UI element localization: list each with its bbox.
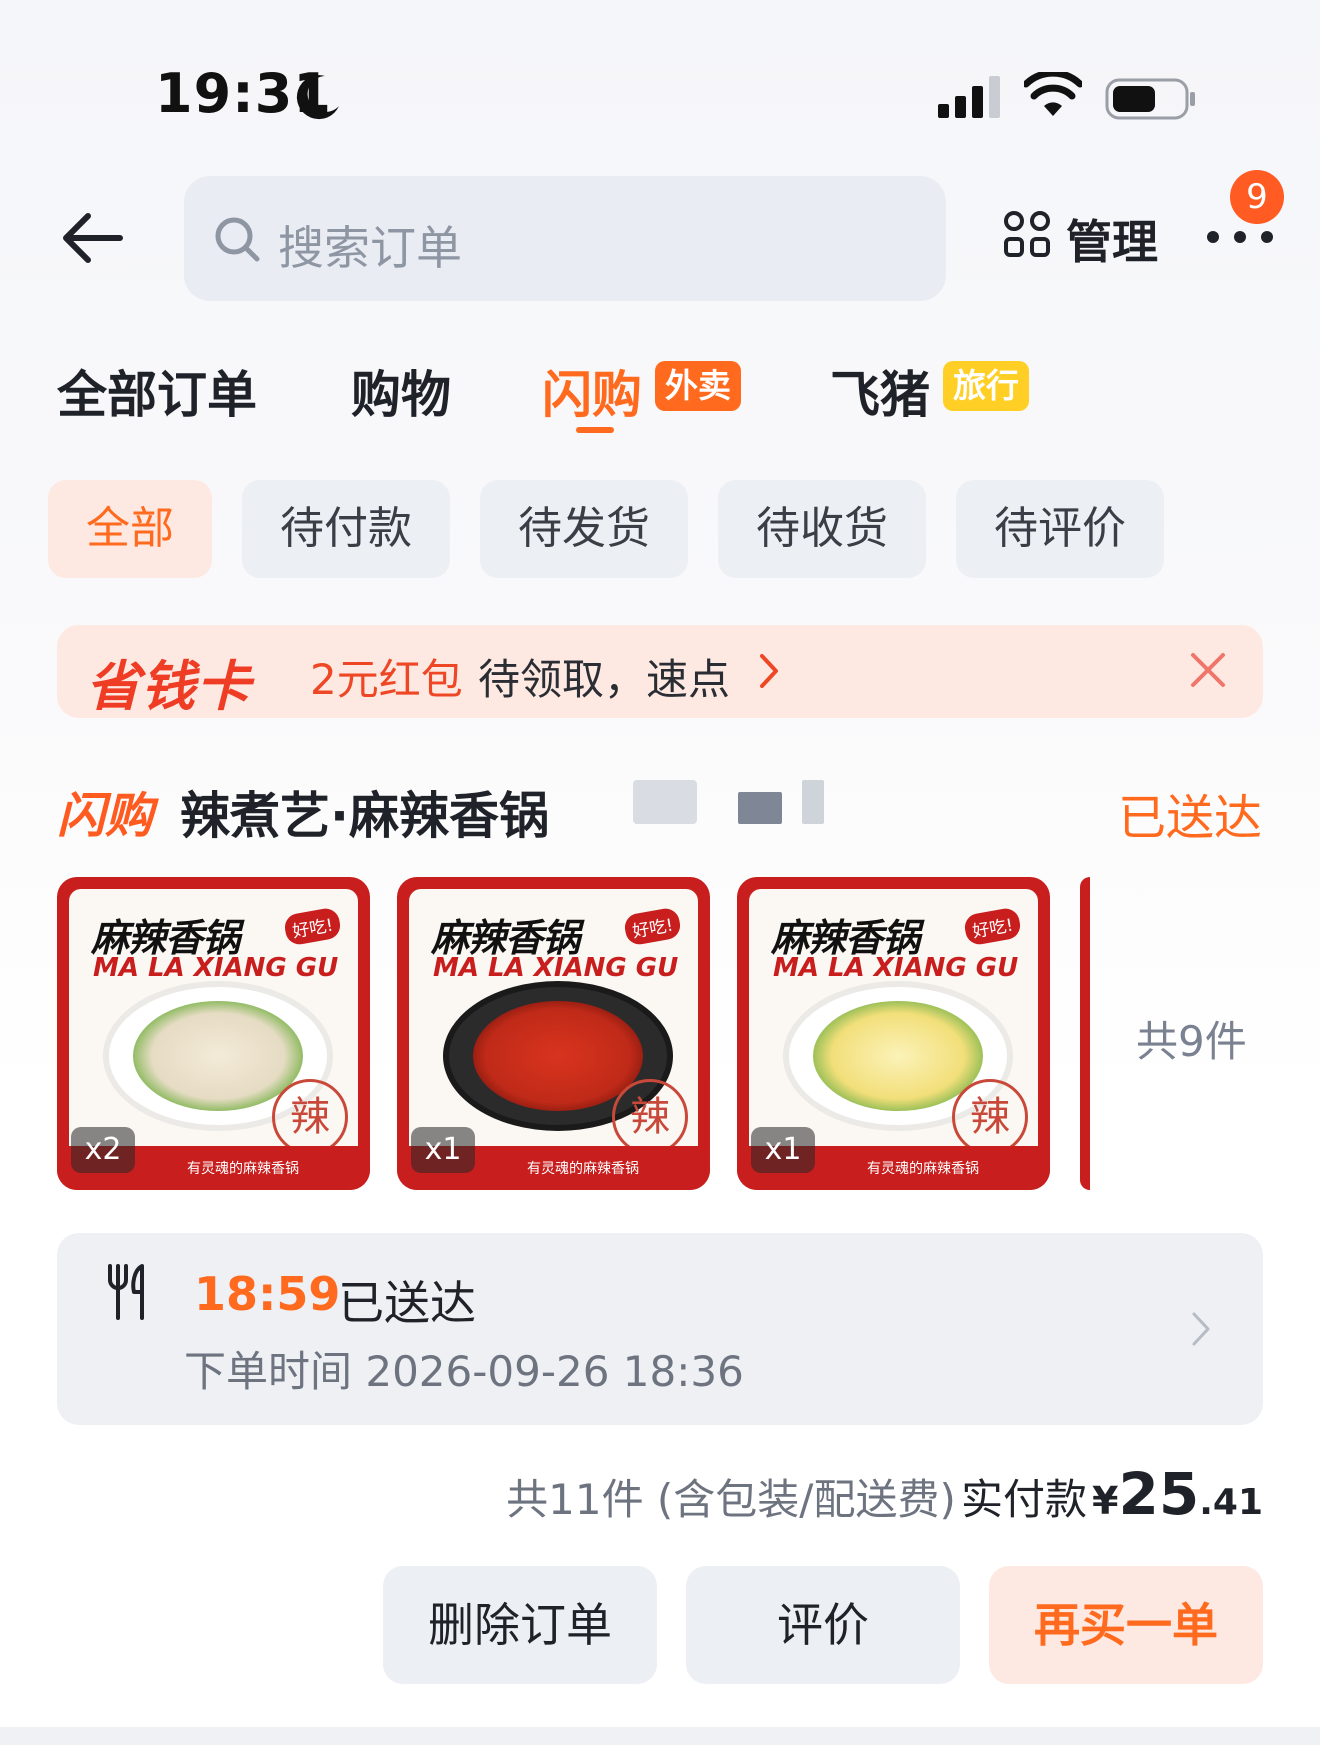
- search-placeholder: 搜索订单: [278, 221, 462, 275]
- redacted-block: [802, 780, 824, 824]
- signal-icon: [938, 76, 1000, 118]
- manage-grid-icon[interactable]: [1003, 210, 1051, 258]
- redacted-block: [738, 792, 782, 824]
- napa-cabbage-image: [813, 1001, 983, 1111]
- review-button[interactable]: 评价: [686, 1566, 960, 1684]
- amount-decimal: .41: [1199, 1482, 1263, 1523]
- quantity-badge: x1: [751, 1127, 815, 1173]
- delete-order-button[interactable]: 删除订单: [383, 1566, 657, 1684]
- product-thumbnail-partial[interactable]: [1080, 877, 1090, 1190]
- payment-summary: 共11件 (含包装/配送费) 实付款 ¥25.41: [506, 1460, 1263, 1528]
- amount-integer: 25: [1118, 1460, 1200, 1528]
- filter-all[interactable]: 全部: [48, 480, 212, 578]
- item-count[interactable]: 共9件: [1136, 1008, 1247, 1069]
- tab-shopping[interactable]: 购物: [351, 355, 451, 427]
- tab-flash-buy[interactable]: 闪购: [542, 355, 642, 427]
- store-name[interactable]: 辣煮艺·麻辣香锅: [180, 776, 549, 848]
- filter-pending-receipt[interactable]: 待收货: [718, 480, 926, 578]
- fork-knife-icon: [108, 1264, 144, 1320]
- chevron-right-icon: [760, 654, 778, 688]
- more-icon[interactable]: [1205, 225, 1275, 249]
- product-tag: 好吃!: [622, 906, 683, 947]
- search-icon: [215, 217, 260, 262]
- battery-icon: [1105, 78, 1195, 120]
- product-footer-text: 有灵魂的麻辣香锅: [187, 1161, 299, 1177]
- enoki-mushroom-image: [133, 1001, 303, 1111]
- order-status: 已送达: [1118, 790, 1263, 846]
- filter-pending-review[interactable]: 待评价: [956, 480, 1164, 578]
- spicy-broth-image: [473, 1001, 643, 1111]
- product-footer-text: 有灵魂的麻辣香锅: [527, 1161, 639, 1177]
- tab-tag-travel: 旅行: [943, 361, 1029, 411]
- currency-symbol: ¥: [1092, 1479, 1119, 1523]
- tab-tag-takeout: 外卖: [655, 361, 741, 411]
- wifi-icon: [1024, 72, 1082, 116]
- close-icon[interactable]: [1188, 650, 1228, 690]
- flash-buy-logo: 闪购: [57, 788, 154, 844]
- tab-fliggy[interactable]: 飞猪: [830, 355, 930, 427]
- next-order-edge: [0, 1727, 1320, 1745]
- quantity-badge: x1: [411, 1127, 475, 1173]
- quantity-badge: x2: [71, 1127, 135, 1173]
- delivery-status: 已送达: [338, 1276, 476, 1330]
- product-thumbnail[interactable]: 麻辣香锅 MA LA XIANG GU 好吃! 辣 有灵魂的麻辣香锅 x1: [737, 877, 1050, 1190]
- filter-pending-shipment[interactable]: 待发货: [480, 480, 688, 578]
- chevron-right-icon: [1192, 1312, 1210, 1346]
- product-subtitle: MA LA XIANG GU: [93, 953, 339, 983]
- tab-all-orders[interactable]: 全部订单: [57, 355, 257, 427]
- product-subtitle: MA LA XIANG GU: [773, 953, 1019, 983]
- product-seal: 辣: [612, 1079, 688, 1155]
- product-thumbnail[interactable]: 麻辣香锅 MA LA XIANG GU 好吃! 辣 有灵魂的麻辣香锅 x1: [397, 877, 710, 1190]
- redacted-block: [633, 780, 697, 824]
- active-tab-underline: [576, 427, 614, 433]
- buy-again-button[interactable]: 再买一单: [989, 1566, 1263, 1684]
- product-footer-text: 有灵魂的麻辣香锅: [867, 1161, 979, 1177]
- promo-highlight: 2元红包: [310, 655, 463, 704]
- paid-label: 实付款: [960, 1475, 1087, 1524]
- total-items-label: 共11件 (含包装/配送费): [506, 1475, 956, 1524]
- manage-button[interactable]: 管理: [1066, 206, 1158, 272]
- product-seal: 辣: [272, 1079, 348, 1155]
- delivery-time: 18:59: [194, 1267, 341, 1321]
- back-arrow-icon[interactable]: [58, 210, 126, 266]
- product-tag: 好吃!: [282, 906, 343, 947]
- savings-card-logo: 省钱卡: [86, 655, 251, 718]
- order-time: 下单时间 2026-09-26 18:36: [184, 1347, 744, 1396]
- filter-pending-payment[interactable]: 待付款: [242, 480, 450, 578]
- product-tag: 好吃!: [962, 906, 1023, 947]
- product-thumbnail[interactable]: 麻辣香锅 MA LA XIANG GU 好吃! 辣 有灵魂的麻辣香锅 x2: [57, 877, 370, 1190]
- moon-icon: [296, 75, 339, 120]
- notification-badge: 9: [1230, 170, 1284, 224]
- promo-text: 待领取，速点: [478, 655, 731, 704]
- product-seal: 辣: [952, 1079, 1028, 1155]
- product-subtitle: MA LA XIANG GU: [433, 953, 679, 983]
